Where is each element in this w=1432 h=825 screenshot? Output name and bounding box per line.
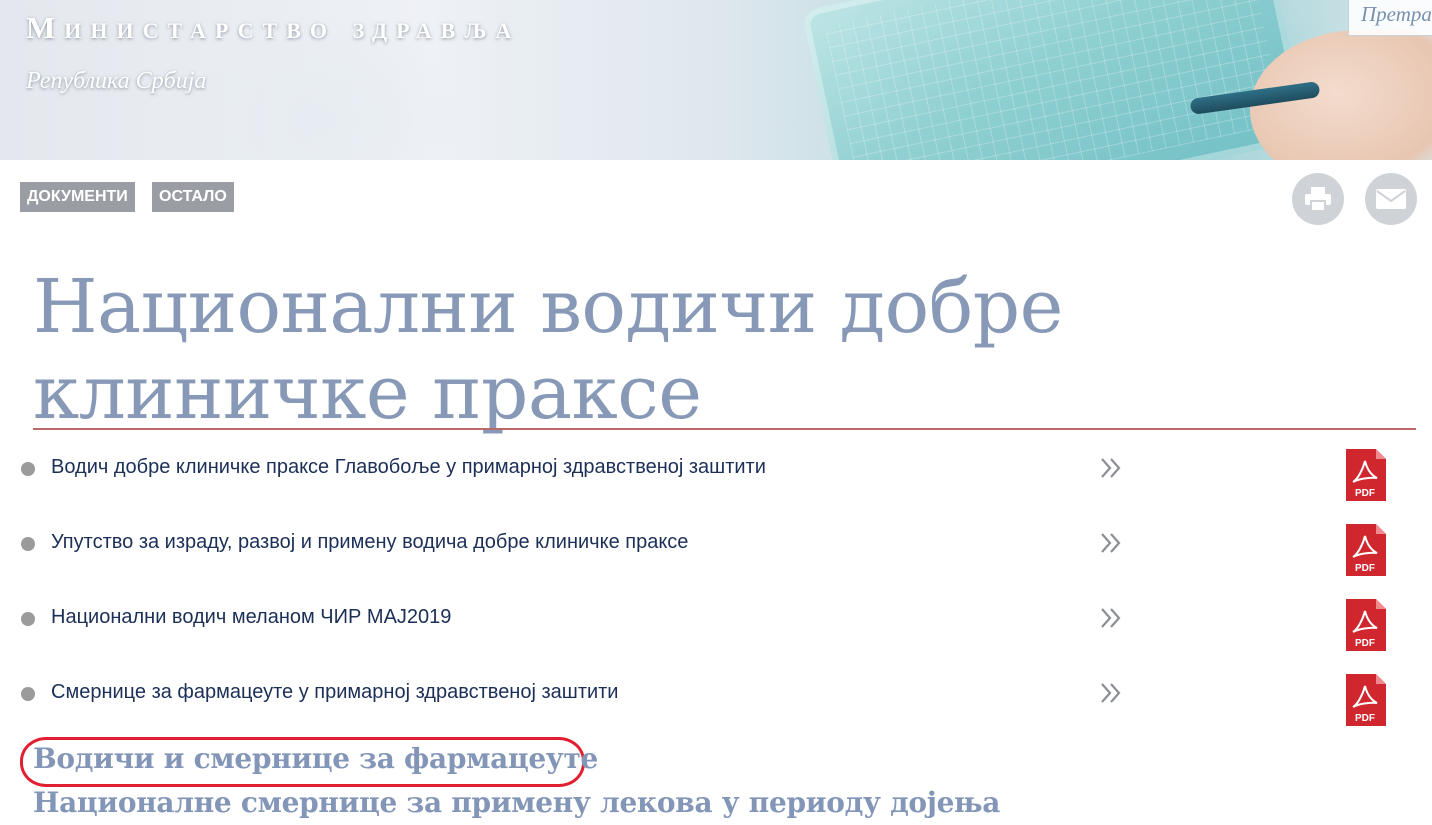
search-input[interactable]: Претрага (1348, 0, 1432, 36)
bullet-icon (21, 462, 35, 476)
bullet-icon (21, 687, 35, 701)
svg-text:PDF: PDF (1355, 563, 1375, 574)
bullet-icon (21, 612, 35, 626)
header-banner: Министарство здравља Република Србија Пр… (0, 0, 1432, 160)
breadcrumb-item-other[interactable]: Остало (152, 182, 234, 212)
pdf-icon[interactable]: PDF (1344, 599, 1386, 651)
pharmacist-guides-link[interactable]: Водичи и смернице за фармацеуте (33, 742, 598, 775)
double-chevron-right-icon[interactable] (1098, 454, 1126, 482)
envelope-icon (1376, 189, 1406, 209)
printer-icon (1305, 187, 1331, 212)
ministry-subtitle: Република Србија (26, 68, 207, 94)
svg-text:PDF: PDF (1355, 488, 1375, 499)
svg-text:PDF: PDF (1355, 638, 1375, 649)
pdf-icon[interactable]: PDF (1344, 524, 1386, 576)
breastfeeding-guidelines-link[interactable]: Националне смернице за примену лекова у … (33, 786, 1000, 819)
breadcrumb-item-documents[interactable]: Документи (20, 182, 135, 212)
double-chevron-right-icon[interactable] (1098, 604, 1126, 632)
pdf-icon[interactable]: PDF (1344, 449, 1386, 501)
email-button[interactable] (1365, 173, 1417, 225)
ministry-title[interactable]: Министарство здравља (26, 10, 520, 46)
print-button[interactable] (1292, 173, 1344, 225)
bullet-icon (21, 537, 35, 551)
document-link[interactable]: Национални водич меланом ЧИР МАЈ2019 (51, 602, 451, 632)
document-link[interactable]: Водич добре клиничке праксе Главобоље у … (51, 452, 766, 482)
document-list-item: Смернице за фармацеуте у примарној здрав… (0, 674, 1432, 737)
document-link[interactable]: Смернице за фармацеуте у примарној здрав… (51, 677, 618, 707)
document-list-item: Национални водич меланом ЧИР МАЈ2019 PDF (0, 599, 1432, 662)
pdf-icon[interactable]: PDF (1344, 674, 1386, 726)
svg-text:PDF: PDF (1355, 713, 1375, 724)
double-chevron-right-icon[interactable] (1098, 679, 1126, 707)
title-divider (33, 428, 1416, 430)
document-link[interactable]: Упутство за израду, развој и примену вод… (51, 527, 688, 557)
double-chevron-right-icon[interactable] (1098, 529, 1126, 557)
banner-tablet-image (801, 0, 1309, 160)
document-list-item: Упутство за израду, развој и примену вод… (0, 524, 1432, 587)
document-list-item: Водич добре клиничке праксе Главобоље у … (0, 449, 1432, 512)
page-title: Национални водичи добре клиничке праксе (33, 264, 1063, 436)
